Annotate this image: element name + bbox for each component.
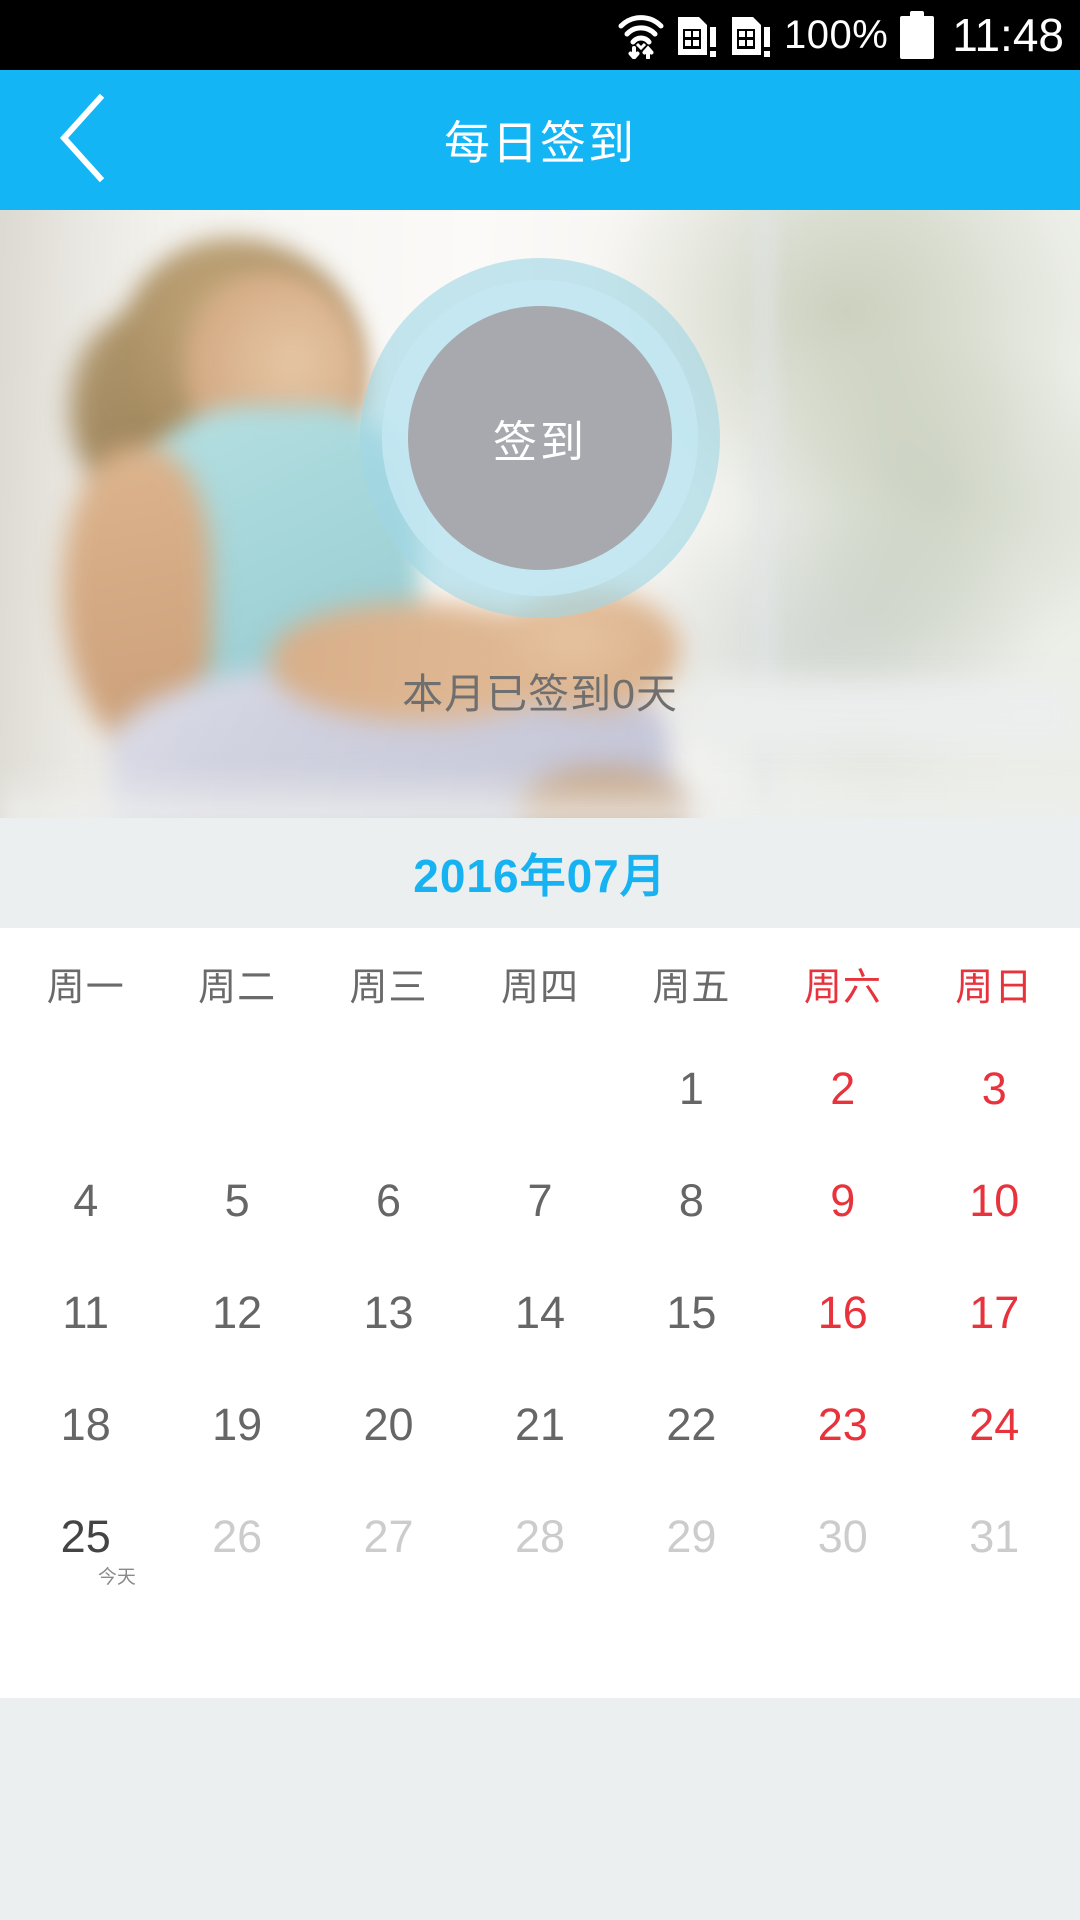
weekday-header-2: 周二 xyxy=(198,967,277,1009)
weekday-header-3: 周三 xyxy=(349,967,428,1009)
page-title: 每日签到 xyxy=(444,117,636,169)
checkin-button-group: 签到 xyxy=(360,258,720,618)
weekday-header-row: 周一 周二 周三 周四 周五 周六 周日 xyxy=(10,928,1070,1033)
calendar-day-cell[interactable]: 25 今天 xyxy=(10,1481,161,1593)
calendar-day-cell[interactable]: 1 xyxy=(616,1033,767,1145)
calendar-day-cell[interactable]: 31 xyxy=(919,1481,1070,1593)
calendar-day-cell[interactable]: 5 xyxy=(161,1145,312,1257)
calendar-week-row: 25 今天 26 27 28 29 30 31 xyxy=(10,1481,1070,1593)
chevron-left-icon xyxy=(54,92,112,189)
calendar-day-cell[interactable]: 10 xyxy=(919,1145,1070,1257)
calendar-day-cell[interactable]: 13 xyxy=(313,1257,464,1369)
calendar-day-empty xyxy=(10,1033,161,1145)
calendar-day-cell[interactable]: 15 xyxy=(616,1257,767,1369)
calendar-week-row: 4 5 6 7 8 9 10 xyxy=(10,1145,1070,1257)
calendar-day-cell[interactable]: 8 xyxy=(616,1145,767,1257)
weekday-header-5: 周五 xyxy=(652,967,731,1009)
calendar-day-cell[interactable]: 11 xyxy=(10,1257,161,1369)
calendar-day-cell[interactable]: 22 xyxy=(616,1369,767,1481)
checkin-button[interactable]: 签到 xyxy=(408,306,672,570)
status-icons xyxy=(618,11,772,59)
calendar-day-cell[interactable]: 7 xyxy=(464,1145,615,1257)
battery-full-icon xyxy=(900,11,935,59)
month-header-band: 2016年07月 xyxy=(0,818,1080,928)
weekday-header-4: 周四 xyxy=(500,967,579,1009)
weekday-header-7: 周日 xyxy=(955,967,1034,1009)
calendar-day-cell[interactable]: 21 xyxy=(464,1369,615,1481)
status-bar: 100% 11:48 xyxy=(0,0,1080,70)
battery-percent-label: 100% xyxy=(783,13,889,57)
status-clock: 11:48 xyxy=(952,9,1064,61)
calendar-day-cell[interactable]: 2 xyxy=(767,1033,918,1145)
calendar-day-cell[interactable]: 18 xyxy=(10,1369,161,1481)
sim-card-alert-icon-2 xyxy=(730,13,772,59)
calendar-week-row: 123 xyxy=(10,1033,1070,1145)
footer-spacer xyxy=(0,1698,1080,1920)
calendar-day-cell[interactable]: 30 xyxy=(767,1481,918,1593)
calendar-day-empty xyxy=(161,1033,312,1145)
month-label: 2016年07月 xyxy=(413,850,667,902)
weekday-header-1: 周一 xyxy=(46,967,125,1009)
calendar-day-cell[interactable]: 4 xyxy=(10,1145,161,1257)
calendar-day-cell[interactable]: 27 xyxy=(313,1481,464,1593)
calendar-day-cell[interactable]: 6 xyxy=(313,1145,464,1257)
calendar-day-cell[interactable]: 14 xyxy=(464,1257,615,1369)
calendar-grid: 周一 周二 周三 周四 周五 周六 周日 1 2 3 4 5 6 7 8 9 10 11 12 13 14 15 16 17… xyxy=(0,928,1080,1698)
sim-card-alert-icon-1 xyxy=(676,13,718,59)
calendar-day-cell[interactable]: 9 xyxy=(767,1145,918,1257)
calendar-day-empty xyxy=(313,1033,464,1145)
calendar-day-cell[interactable]: 23 xyxy=(767,1369,918,1481)
monthly-checkin-count: 本月已签到0天 xyxy=(402,671,678,717)
calendar-day-cell[interactable]: 3 xyxy=(919,1033,1070,1145)
calendar-day-empty xyxy=(464,1033,615,1145)
app-screen: 100% 11:48 每日签到 签到 本月已签到0天 2016年07月 周一 周… xyxy=(0,0,1080,1920)
calendar-week-row: 18 19 20 21 22 23 24 xyxy=(10,1369,1070,1481)
calendar-day-cell[interactable]: 28 xyxy=(464,1481,615,1593)
weekday-header-6: 周六 xyxy=(803,967,882,1009)
calendar-week-row: 11 12 13 14 15 16 17 xyxy=(10,1257,1070,1369)
calendar-day-cell[interactable]: 16 xyxy=(767,1257,918,1369)
calendar-day-cell[interactable]: 12 xyxy=(161,1257,312,1369)
calendar-day-cell[interactable]: 20 xyxy=(313,1369,464,1481)
today-tag: 今天 xyxy=(97,1567,136,1588)
calendar-day-cell[interactable]: 29 xyxy=(616,1481,767,1593)
calendar-day-cell[interactable]: 26 xyxy=(161,1481,312,1593)
wifi-data-transfer-icon xyxy=(618,13,664,59)
calendar-day-rows: 1 2 3 4 5 6 7 8 9 10 11 12 13 14 15 16 17 18 19 20 21 22 23 24 2… xyxy=(10,1033,1070,1593)
checkin-button-label: 签到 xyxy=(493,418,587,467)
app-header: 每日签到 xyxy=(0,70,1080,210)
calendar-day-cell[interactable]: 17 xyxy=(919,1257,1070,1369)
calendar-day-cell[interactable]: 24 xyxy=(919,1369,1070,1481)
hero-section: 签到 本月已签到0天 xyxy=(0,210,1080,818)
calendar-day-cell[interactable]: 19 xyxy=(161,1369,312,1481)
back-button[interactable] xyxy=(28,70,138,210)
